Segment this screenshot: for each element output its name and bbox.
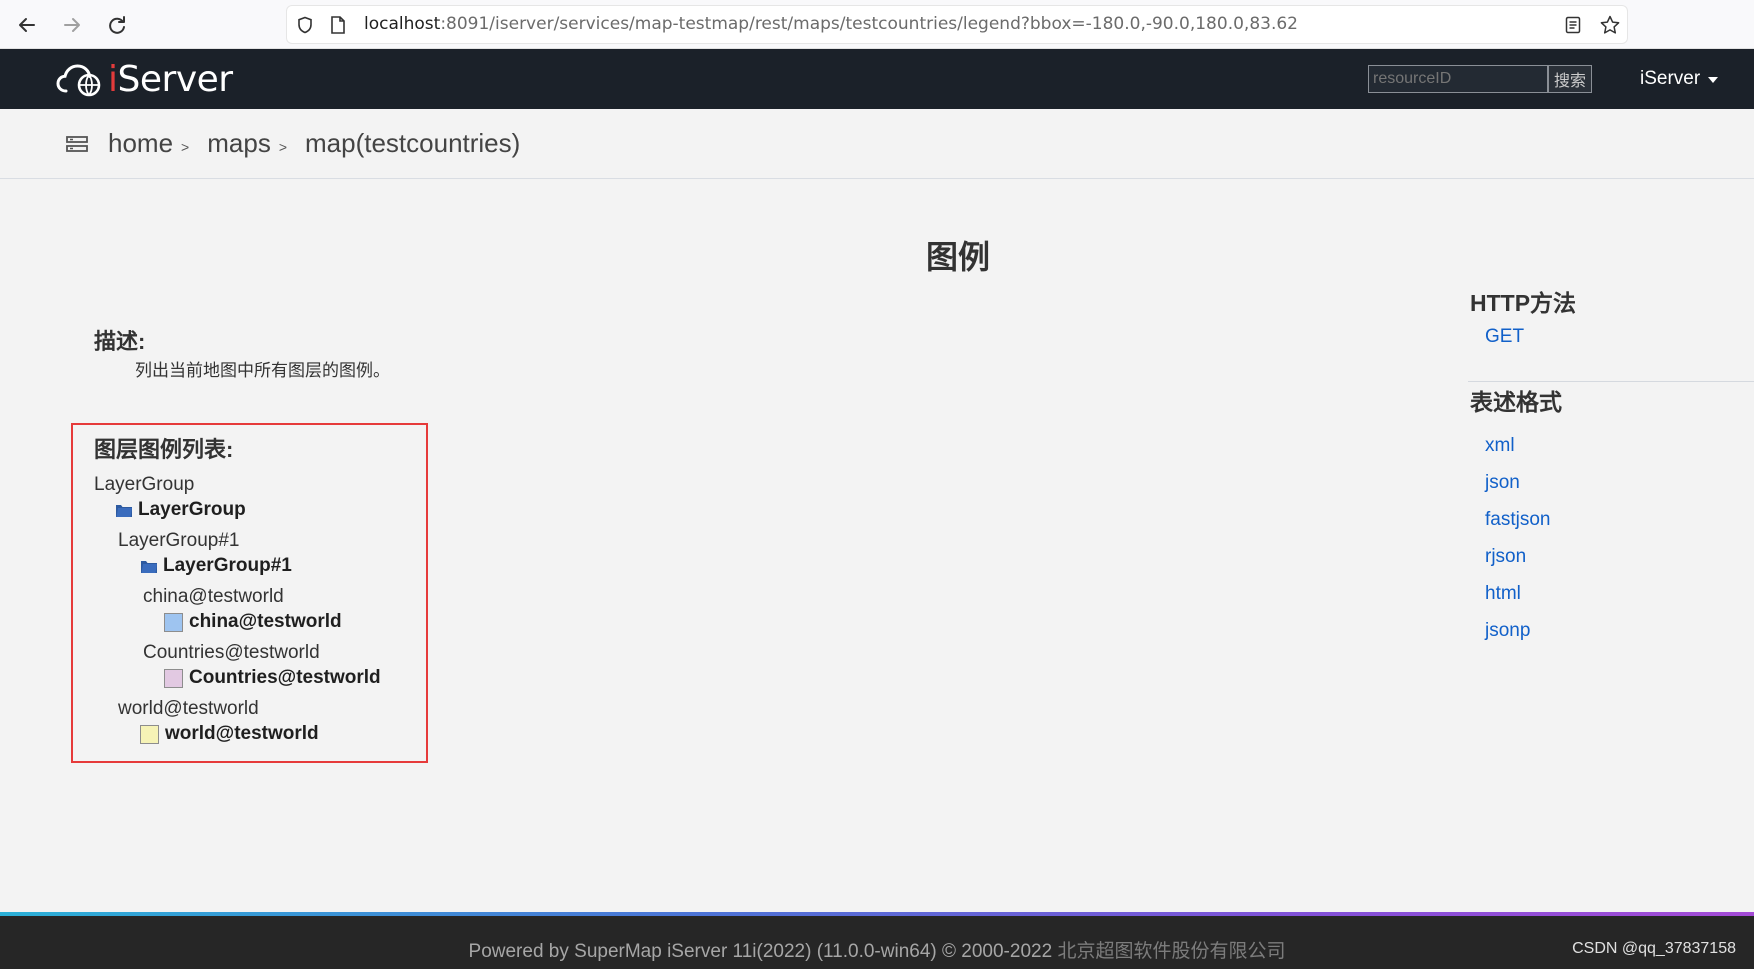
description-heading: 描述: — [94, 329, 146, 354]
forward-icon[interactable] — [57, 10, 87, 40]
legend-layer-name: china@testworld — [143, 586, 284, 607]
shield-icon[interactable] — [296, 16, 314, 39]
reload-icon[interactable] — [102, 10, 132, 40]
legend-list-heading: 图层图例列表: — [94, 437, 234, 462]
browser-toolbar: localhost:8091/iserver/services/map-test… — [0, 0, 1754, 49]
description-text: 列出当前地图中所有图层的图例。 — [135, 361, 390, 380]
cloud-globe-icon — [56, 64, 101, 97]
format-json-link[interactable]: json — [1485, 464, 1754, 501]
breadcrumb-map[interactable]: map(testcountries) — [305, 128, 520, 159]
http-methods-heading: HTTP方法 — [1470, 290, 1577, 316]
app-header: iServer 搜索 iServer — [0, 49, 1754, 109]
legend-swatch — [140, 724, 159, 744]
breadcrumb-separator: > — [278, 138, 287, 155]
iserver-dropdown-menu[interactable]: iServer — [1640, 65, 1719, 93]
legend-layer-name: Countries@testworld — [143, 642, 320, 663]
back-icon[interactable] — [12, 10, 42, 40]
legend-swatch — [164, 612, 183, 632]
user-menu-label: iServer — [1640, 68, 1701, 89]
format-html-link[interactable]: html — [1485, 575, 1754, 612]
legend-layer-name: LayerGroup — [94, 474, 195, 495]
footer-company-link[interactable]: 北京超图软件股份有限公司 — [1057, 941, 1285, 962]
legend-item: LayerGroup#1 — [140, 555, 292, 577]
http-method-get-link[interactable]: GET — [1485, 326, 1754, 348]
formats-panel: 表述格式 xml json fastjson rjson html jsonp — [1470, 383, 1754, 649]
footer-copyright: Powered by SuperMap iServer 11i(2022) (1… — [468, 941, 1286, 962]
legend-swatch — [164, 668, 183, 688]
url-text[interactable]: localhost:8091/iserver/services/map-test… — [364, 5, 1298, 44]
legend-item: Countries@testworld — [164, 667, 381, 689]
breadcrumb-home[interactable]: home — [108, 128, 173, 159]
format-xml-link[interactable]: xml — [1485, 427, 1754, 464]
breadcrumb-separator: > — [181, 138, 190, 155]
bookmark-star-icon[interactable] — [1599, 14, 1621, 41]
legend-item: world@testworld — [140, 723, 319, 745]
folder-icon — [141, 561, 157, 573]
search-button[interactable]: 搜索 — [1548, 65, 1592, 93]
iserver-logo[interactable]: iServer — [56, 58, 233, 100]
formats-heading: 表述格式 — [1470, 389, 1562, 415]
side-panel: HTTP方法 GET — [1470, 284, 1754, 348]
caret-down-icon — [1708, 77, 1719, 83]
breadcrumb-maps[interactable]: maps — [207, 128, 271, 159]
legend-layer-name: LayerGroup#1 — [118, 530, 240, 551]
address-bar[interactable]: localhost:8091/iserver/services/map-test… — [286, 5, 1628, 44]
folder-icon — [116, 505, 132, 517]
resource-search-input[interactable] — [1368, 65, 1548, 93]
format-rjson-link[interactable]: rjson — [1485, 538, 1754, 575]
side-divider — [1468, 381, 1754, 382]
legend-item: LayerGroup — [115, 499, 246, 521]
legend-layer-name: world@testworld — [118, 698, 259, 719]
legend-item: china@testworld — [164, 611, 342, 633]
page-icon — [330, 16, 346, 39]
footer-gradient-line — [0, 912, 1754, 916]
menu-list-icon[interactable] — [66, 135, 88, 153]
reader-view-icon[interactable] — [1565, 16, 1581, 39]
format-jsonp-link[interactable]: jsonp — [1485, 612, 1754, 649]
watermark-text: CSDN @qq_37837158 — [1572, 940, 1736, 957]
page-title: 图例 — [925, 239, 990, 275]
format-fastjson-link[interactable]: fastjson — [1485, 501, 1754, 538]
breadcrumb: home > maps > map(testcountries) — [0, 109, 1754, 179]
